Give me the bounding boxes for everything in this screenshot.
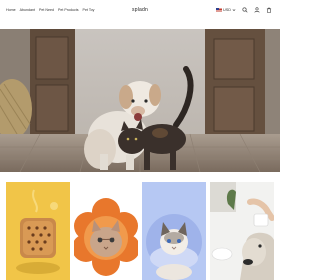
product-tile[interactable]: [74, 182, 138, 280]
cookie-cat-bed-image: [6, 182, 70, 280]
hero-banner[interactable]: [0, 29, 280, 172]
nav-home[interactable]: Home: [6, 8, 16, 12]
currency-selector[interactable]: USD: [215, 8, 236, 12]
search-icon[interactable]: [242, 7, 248, 13]
dog-with-cup-image: [210, 182, 274, 280]
user-icon[interactable]: [254, 7, 260, 13]
cart-icon[interactable]: [266, 7, 272, 13]
product-grid: [6, 182, 274, 280]
nav-abundant[interactable]: Abundant: [20, 8, 35, 12]
product-tile[interactable]: [6, 182, 70, 280]
brand-logo[interactable]: spladn: [128, 7, 152, 13]
chevron-down-icon: [232, 8, 236, 12]
product-tile[interactable]: [142, 182, 206, 280]
header-utilities: USD: [215, 7, 272, 13]
hero-image: [0, 29, 280, 172]
main-nav: Home Abundant Pet Need Pet Products Pet …: [6, 8, 94, 12]
nav-pet-products[interactable]: Pet Products: [58, 8, 79, 12]
product-tile[interactable]: [210, 182, 274, 280]
us-flag-icon: [215, 8, 222, 12]
currency-label: USD: [222, 8, 231, 12]
nav-pet-need[interactable]: Pet Need: [39, 8, 54, 12]
cat-in-flower-cushion-image: [74, 182, 138, 280]
ragdoll-cat-cone-collar-image: [142, 182, 206, 280]
nav-pet-toy[interactable]: Pet Toy: [83, 8, 95, 12]
site-header: Home Abundant Pet Need Pet Products Pet …: [0, 0, 280, 24]
